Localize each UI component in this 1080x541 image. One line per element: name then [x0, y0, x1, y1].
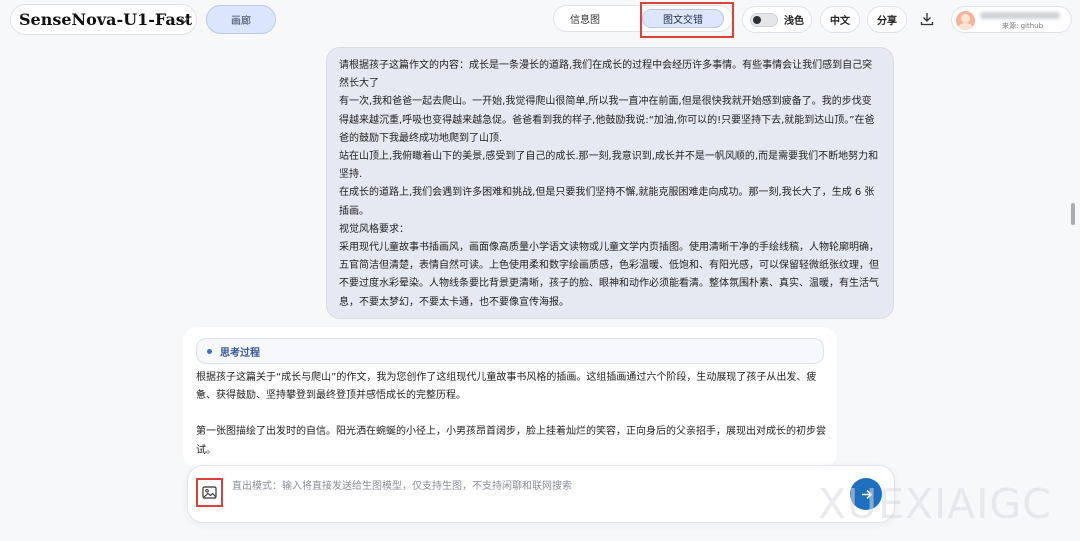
user-profile[interactable]: 来源: github [951, 6, 1072, 33]
chat-input-area [187, 465, 895, 523]
send-button[interactable] [850, 478, 882, 510]
share-button[interactable]: 分享 [867, 6, 907, 33]
assistant-paragraph: 根据孩子这篇关于“成长与爬山”的作文，我为您创作了这组现代儿童故事书风格的插画。… [196, 372, 817, 402]
download-button[interactable] [916, 8, 938, 30]
mode-switch: 信息图 图文交错 [553, 5, 733, 32]
model-selector[interactable]: SenseNova-U1-Fast [10, 4, 197, 35]
prompt-input[interactable] [232, 476, 832, 496]
user-source: 来源: github [1002, 22, 1044, 30]
user-message-bubble: 请根据孩子这篇作文的内容：成长是一条漫长的道路,我们在成长的过程中会经历许多事情… [326, 47, 894, 319]
user-message-line: 视觉风格要求： [339, 223, 409, 235]
thinking-process-toggle[interactable]: 思考过程 [196, 338, 824, 364]
thinking-dot-icon [207, 348, 212, 354]
arrow-right-icon [861, 489, 872, 499]
user-message-line: 在成长的道路上,我们会遇到许多困难和挑战,但是只要我们坚持不懈,就能克服困难走向… [339, 187, 875, 217]
theme-toggle[interactable]: 浅色 [742, 6, 812, 33]
mode-interleave-tab[interactable]: 图文交错 [642, 9, 724, 28]
upload-image-button[interactable] [196, 478, 223, 507]
top-bar: SenseNova-U1-Fast 画廊 信息图 图文交错 浅色 中文 分享 来… [0, 0, 1080, 40]
assistant-message: 思考过程 根据孩子这篇关于“成长与爬山”的作文，我为您创作了这组现代儿童故事书风… [183, 327, 837, 467]
user-name-redacted [980, 12, 1060, 19]
assistant-paragraph: 第一张图描绘了出发时的自信。阳光洒在蜿蜒的小径上，小男孩昂首阔步，脸上挂着灿烂的… [196, 426, 826, 456]
user-message-line: 站在山顶上,我俯瞰着山下的美景,感受到了自己的成长.那一刻,我意识到,成长并不是… [339, 151, 879, 181]
toggle-switch[interactable] [750, 12, 778, 27]
scrollbar-thumb[interactable] [1071, 203, 1075, 225]
language-button[interactable]: 中文 [820, 6, 860, 33]
user-message-line: 采用现代儿童故事书插画风，画面像高质量小学语文读物或儿童文学内页插图。使用清晰干… [339, 242, 879, 308]
gallery-button[interactable]: 画廊 [206, 5, 276, 34]
download-icon [920, 13, 934, 26]
image-icon [202, 486, 217, 499]
user-message-line: 有一次,我和爸爸一起去爬山。一开始,我觉得爬山很简单,所以我一直冲在前面,但是很… [339, 96, 875, 144]
avatar [956, 11, 975, 30]
assistant-text: 根据孩子这篇关于“成长与爬山”的作文，我为您创作了这组现代儿童故事书风格的插画。… [196, 369, 826, 460]
chevron-down-icon [180, 18, 189, 24]
thinking-label: 思考过程 [220, 347, 260, 359]
model-name: SenseNova-U1-Fast [19, 10, 193, 29]
mode-infographic-tab[interactable]: 信息图 [560, 9, 610, 28]
user-message-line: 请根据孩子这篇作文的内容：成长是一条漫长的道路,我们在成长的过程中会经历许多事情… [339, 60, 873, 90]
theme-label: 浅色 [784, 16, 804, 27]
